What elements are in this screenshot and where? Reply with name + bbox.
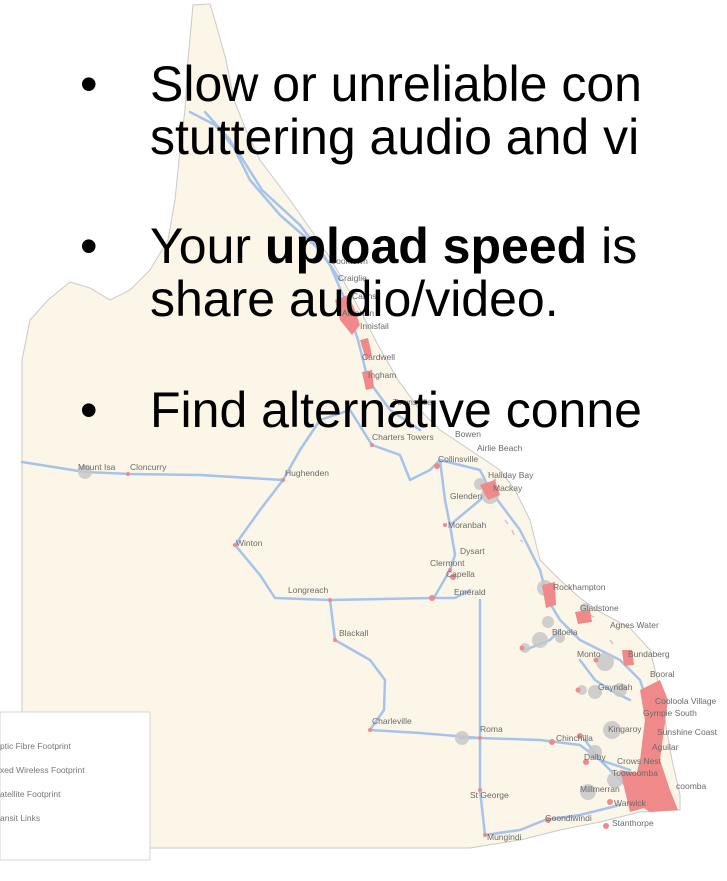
bullet-text-line1: Slow or unreliable con: [150, 58, 642, 112]
town-label: Dalby: [584, 752, 606, 762]
bullet-text-line2: stuttering audio and vi: [150, 109, 640, 165]
town-label: Cloncurry: [130, 462, 167, 472]
map-legend: ptic Fibre Footprint xed Wireless Footpr…: [0, 711, 151, 861]
town-label: Longreach: [288, 585, 328, 595]
town-label: Emerald: [454, 587, 486, 597]
town-label: Hughenden: [285, 468, 329, 478]
town-label: Charleville: [372, 716, 412, 726]
town-label: Haliday Bay: [488, 470, 534, 480]
town-label: Dysart: [460, 546, 485, 556]
slide-bullet-list: • Slow or unreliable con stuttering audi…: [0, 58, 727, 448]
bullet-dot-icon: •: [80, 58, 98, 112]
town-label: Winton: [236, 538, 263, 548]
town-label: Gladstone: [580, 603, 619, 613]
town-label: Goondiwindi: [545, 813, 592, 823]
legend-item-transit: ansit Links: [0, 813, 40, 823]
town-label: Mount Isa: [78, 462, 116, 472]
town-label: Cooloola Village: [655, 696, 717, 706]
town-label: Glenden: [450, 491, 482, 501]
town-label: Kingaroy: [608, 724, 642, 734]
town-label: Agnes Water: [610, 620, 659, 630]
town-label: Millmerran: [580, 784, 620, 794]
town-label: Gayndah: [598, 682, 633, 692]
town-label: Capella: [446, 569, 475, 579]
town-label: Stanthorpe: [612, 818, 654, 828]
town-label: Rockhampton: [553, 582, 606, 592]
town-label: coomba: [676, 781, 707, 791]
bullet-dot-icon: •: [80, 218, 98, 274]
town-label: Mackay: [493, 483, 523, 493]
bullet-text-suffix: is: [587, 218, 638, 274]
town-label: Collinsville: [438, 454, 478, 464]
town-label: Roma: [480, 724, 503, 734]
legend-item-satellite: atellite Footprint: [0, 789, 61, 799]
town-label: Gympie South: [643, 708, 697, 718]
bullet-dot-icon: •: [80, 382, 98, 438]
town-label: St George: [470, 790, 509, 800]
bullet-text-prefix: Your: [150, 218, 265, 274]
town-label: Chinchilla: [556, 733, 593, 743]
bullet-text-line1: Find alternative conne: [150, 382, 642, 438]
town-label: Moranbah: [448, 520, 487, 530]
town-label: Mungindi: [487, 832, 522, 842]
town-label: Aguilar: [652, 742, 679, 752]
town-label: Blackall: [339, 628, 368, 638]
town-label: Warwick: [614, 798, 647, 808]
bullet-text-bold: upload speed: [264, 218, 588, 274]
town-label: Monto: [577, 649, 601, 659]
legend-item-fixed-wireless: xed Wireless Footprint: [0, 765, 85, 775]
town-label: Biloela: [552, 627, 578, 637]
town-label: Crows Nest: [617, 756, 662, 766]
town-label: Sunshine Coast: [657, 727, 718, 737]
town-label: Clermont: [430, 558, 465, 568]
town-label: Booral: [650, 669, 675, 679]
legend-item-fibre: ptic Fibre Footprint: [0, 741, 71, 751]
bullet-text-line2: share audio/video.: [150, 271, 559, 327]
town-label: Toowoomba: [612, 768, 658, 778]
town-label: Bundaberg: [628, 649, 670, 659]
